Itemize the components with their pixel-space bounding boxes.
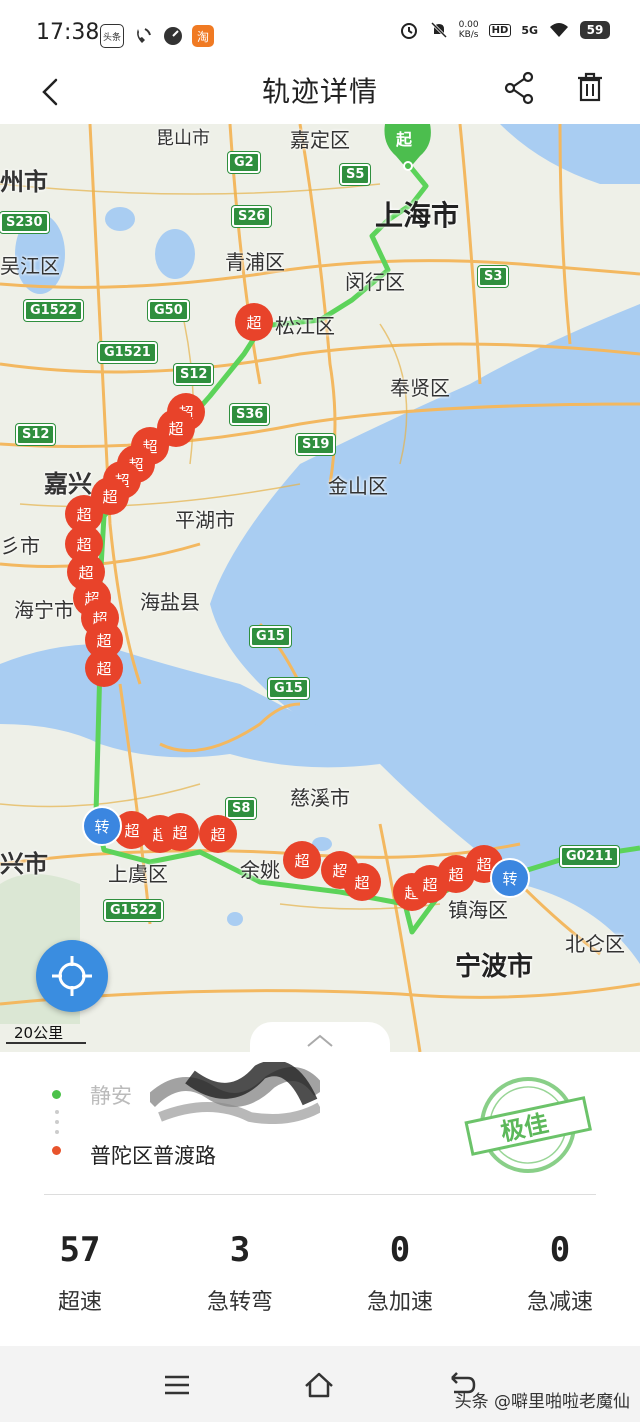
network-type: 5G (521, 23, 538, 37)
crosshair-icon (52, 956, 92, 996)
speeding-marker[interactable]: 超 (283, 841, 321, 879)
speeding-marker[interactable]: 超 (199, 815, 237, 853)
end-dot (52, 1146, 61, 1155)
battery-indicator: 59 (580, 21, 610, 39)
header-bar: 轨迹详情 (0, 62, 640, 124)
status-app-icons: 头条 淘 (100, 24, 214, 48)
speedometer-icon (164, 27, 182, 45)
end-address: 普陀区普渡路 (90, 1144, 216, 1168)
stat-hard-brake: 0 急减速 (490, 1230, 630, 1316)
stat-value: 57 (59, 1230, 101, 1270)
map-scale-bar (6, 1042, 86, 1044)
stat-value: 0 (549, 1230, 571, 1270)
stat-speeding: 57 超速 (10, 1230, 150, 1316)
status-indicators: 0.00 KB/s HD 5G 59 (399, 20, 610, 40)
speeding-marker[interactable]: 超 (235, 303, 273, 341)
start-dot (52, 1090, 61, 1099)
stat-label: 急转弯 (206, 1290, 273, 1315)
map-scale-label: 20公里 (14, 1024, 64, 1042)
page-title: 轨迹详情 (261, 75, 378, 108)
turn-marker[interactable]: 转 (490, 858, 530, 898)
route-dot (55, 1110, 59, 1114)
taobao-app-label: 淘 (196, 29, 209, 44)
wifi-icon (550, 23, 568, 37)
alarm-icon (400, 23, 417, 39)
redaction-scribble (150, 1062, 320, 1124)
toutiao-app-icon: 头条 (100, 24, 124, 48)
stat-label: 急加速 (366, 1290, 433, 1315)
speeding-markers: 超超超超超超超超超超超超超超超超超超超超超超超超超转转起 (0, 124, 640, 1052)
share-icon[interactable] (500, 68, 540, 108)
hd-badge: HD (488, 23, 512, 37)
net-speed: 0.00 KB/s (459, 20, 479, 40)
net-speed-unit: KB/s (458, 30, 479, 40)
route-dot (55, 1130, 59, 1134)
status-bar: 17:38 头条 淘 0.00 KB/s HD 5G 59 (0, 0, 640, 62)
speeding-marker[interactable]: 超 (85, 649, 123, 687)
speeding-marker[interactable]: 超 (343, 863, 381, 901)
taobao-app-icon: 淘 (192, 25, 214, 47)
home-icon[interactable] (302, 1368, 336, 1402)
stat-label: 急减速 (526, 1290, 593, 1315)
start-address: 静安 (90, 1084, 132, 1108)
net-speed-value: 0.00 (458, 20, 479, 30)
start-pin-label: 起 (396, 130, 413, 149)
locate-button[interactable] (36, 940, 108, 1012)
trash-icon[interactable] (570, 68, 610, 108)
mute-bell-icon (430, 21, 447, 39)
stat-sharp-turn: 3 急转弯 (170, 1230, 310, 1316)
stat-label: 超速 (57, 1290, 102, 1315)
route-dot (55, 1120, 59, 1124)
toutiao-app-label: 头条 (102, 32, 121, 43)
watermark: 头条 @噼里啪啦老魔仙 (454, 1392, 630, 1412)
divider (44, 1194, 596, 1195)
stat-hard-accel: 0 急加速 (330, 1230, 470, 1316)
turn-marker[interactable]: 转 (82, 806, 122, 846)
phone-wave-icon (137, 28, 151, 43)
status-time: 17:38 (36, 20, 100, 45)
speeding-marker[interactable]: 超 (161, 813, 199, 851)
stat-value: 3 (229, 1230, 251, 1270)
menu-icon[interactable] (160, 1368, 194, 1402)
chevron-up-icon[interactable] (304, 1030, 336, 1050)
stat-value: 0 (389, 1230, 411, 1270)
route-map[interactable]: 嘉定区 上海市 闵行区 青浦区 松江区 奉贤区 吴江区 州市 嘉兴 平湖市 金山… (0, 124, 640, 1052)
